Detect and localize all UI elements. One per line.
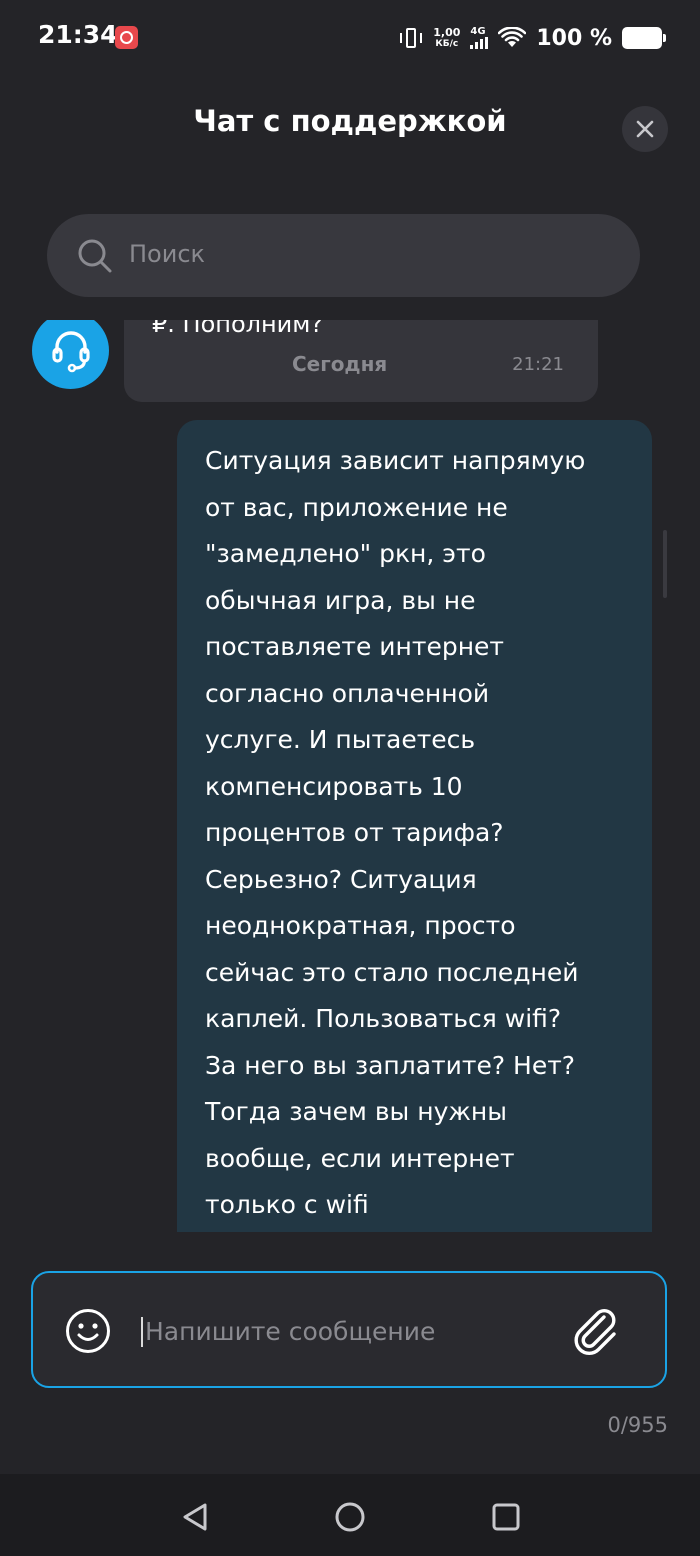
back-icon[interactable] [178,1500,212,1534]
message-date: Сегодня [292,352,388,376]
network-speed-unit: КБ/с [435,39,459,49]
message-placeholder: Напишите сообщение [145,1317,436,1346]
cellular-signal-icon: 4G [470,26,489,49]
search-placeholder: Поиск [129,240,206,268]
status-bar: 21:34 1,00 КБ/с 4G 100 % [0,0,700,76]
character-counter: 0/955 [607,1413,668,1437]
text-cursor [141,1317,143,1347]
message-text: ₽. Пополним? [152,320,324,338]
chat-messages[interactable]: ₽. Пополним? Сегодня 21:21 Ситуация зави… [0,320,700,1232]
support-message: ₽. Пополним? Сегодня 21:21 [124,320,598,402]
network-speed-value: 1,00 [433,26,461,39]
home-icon[interactable] [333,1500,367,1534]
recents-icon[interactable] [489,1500,523,1534]
message-time: 21:21 [512,354,564,375]
paperclip-icon[interactable] [571,1305,623,1357]
status-indicators: 1,00 КБ/с 4G 100 % [399,20,666,56]
network-speed: 1,00 КБ/с [433,26,461,50]
headset-icon [51,330,90,372]
status-time: 21:34 [38,20,118,49]
support-avatar [32,320,109,389]
close-icon [636,120,654,138]
search-icon [78,239,112,273]
emoji-icon[interactable] [65,1308,111,1354]
wifi-icon [498,27,527,47]
search-input[interactable]: Поиск [47,214,640,297]
page-title: Чат с поддержкой [193,104,507,138]
user-message: Ситуация зависит напрямую от вас, прилож… [177,420,652,1232]
message-text: Ситуация зависит напрямую от вас, прилож… [205,446,586,1219]
message-input[interactable]: Напишите сообщение [31,1271,667,1388]
system-navigation-bar [0,1474,700,1556]
scrollbar[interactable] [663,530,667,598]
network-type: 4G [470,26,486,37]
close-button[interactable] [622,106,668,152]
app-notification-icon [115,26,138,49]
vibrate-icon [399,27,423,49]
battery-percent: 100 % [536,25,612,51]
battery-icon [622,27,666,49]
